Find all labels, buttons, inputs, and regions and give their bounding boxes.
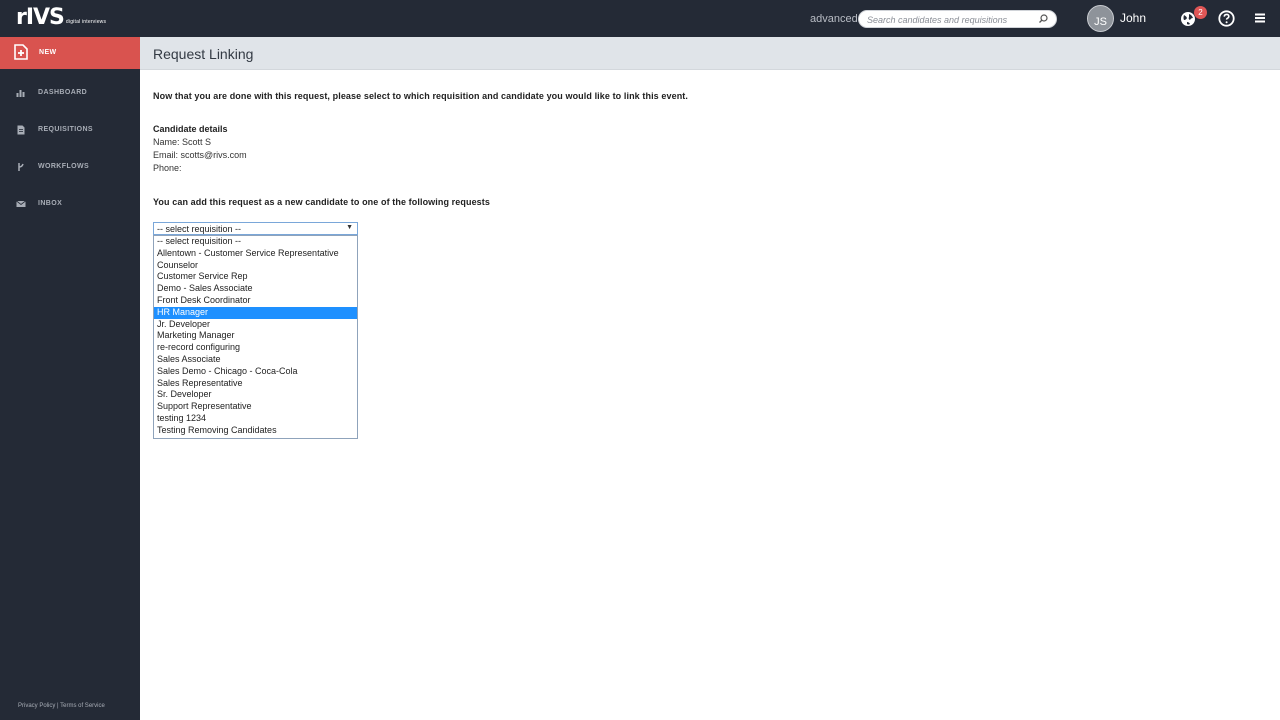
privacy-policy-link[interactable]: Privacy Policy xyxy=(18,703,55,709)
search-box xyxy=(858,10,1057,28)
requisition-option[interactable]: re-record configuring xyxy=(154,342,357,354)
page-title: Request Linking xyxy=(153,46,254,62)
requisition-option[interactable]: Testing Removing Candidates xyxy=(154,425,357,437)
new-document-icon xyxy=(14,44,28,60)
hamburger-menu-icon[interactable] xyxy=(1254,12,1266,24)
notification-badge: 2 xyxy=(1194,6,1207,19)
requisition-option[interactable]: Customer Service Rep xyxy=(154,271,357,283)
new-button-label: NEW xyxy=(39,49,57,56)
sidebar-item-label: DASHBOARD xyxy=(38,89,88,96)
intro-text: Now that you are done with this request,… xyxy=(153,91,688,101)
requisition-select[interactable]: -- select requisition -- ▼ xyxy=(153,222,358,235)
candidate-details-heading: Candidate details xyxy=(153,124,228,134)
add-request-instructions: You can add this request as a new candid… xyxy=(153,197,490,207)
requisition-option[interactable]: Demo - Sales Associate xyxy=(154,283,357,295)
terms-of-service-link[interactable]: Terms of Service xyxy=(60,703,105,709)
sidebar-footer: Privacy Policy | Terms of Service xyxy=(18,703,105,709)
candidate-phone: Phone: xyxy=(153,163,182,173)
search-input[interactable] xyxy=(867,13,1037,26)
requisition-option[interactable]: Sales Demo - Chicago - Coca-Cola xyxy=(154,366,357,378)
requisition-option[interactable]: Marketing Manager xyxy=(154,330,357,342)
candidate-email: Email: scotts@rivs.com xyxy=(153,150,247,160)
requisition-option[interactable]: testing 1234 xyxy=(154,413,357,425)
requisition-option[interactable]: Sales Associate xyxy=(154,354,357,366)
requisition-option[interactable]: Allentown - Customer Service Representat… xyxy=(154,248,357,260)
requisition-option[interactable]: HR Manager xyxy=(154,306,357,319)
new-button[interactable]: NEW xyxy=(0,37,140,69)
requisition-select-value: -- select requisition -- xyxy=(157,224,242,234)
dropdown-arrow-icon: ▼ xyxy=(346,224,353,231)
sidebar: NEW DASHBOARD REQUISITIONS WORKFLOWS INB… xyxy=(0,37,140,720)
bar-chart-icon xyxy=(16,90,25,97)
sidebar-item-dashboard[interactable]: DASHBOARD xyxy=(0,81,140,105)
workflow-icon xyxy=(18,163,24,171)
user-avatar[interactable]: JS xyxy=(1087,5,1114,32)
help-icon[interactable] xyxy=(1218,10,1235,27)
candidate-name: Name: Scott S xyxy=(153,137,212,147)
sidebar-item-requisitions[interactable]: REQUISITIONS xyxy=(0,118,140,142)
document-icon xyxy=(17,125,25,135)
logo-wordmark: rIVS xyxy=(16,5,65,30)
requisition-option[interactable]: -- select requisition -- xyxy=(154,236,357,248)
sidebar-item-inbox[interactable]: INBOX xyxy=(0,192,140,216)
sidebar-item-label: WORKFLOWS xyxy=(38,163,90,170)
sidebar-item-label: INBOX xyxy=(38,200,63,207)
sidebar-item-workflows[interactable]: WORKFLOWS xyxy=(0,155,140,179)
rivs-logo[interactable]: rIVS digital interviews xyxy=(16,7,106,29)
user-name[interactable]: John xyxy=(1120,11,1146,25)
avatar-initials: JS xyxy=(1094,16,1107,28)
requisition-option[interactable]: Sr. Developer xyxy=(154,389,357,401)
requisition-option[interactable]: Counselor xyxy=(154,260,357,272)
logo-tagline: digital interviews xyxy=(65,19,107,25)
requisition-dropdown-list: -- select requisition -- Allentown - Cust… xyxy=(153,235,358,439)
footer-separator: | xyxy=(57,703,59,709)
advanced-search-link[interactable]: advanced xyxy=(810,13,858,25)
top-navigation-bar: rIVS digital interviews advanced JS John… xyxy=(0,0,1280,37)
requisition-option[interactable]: Jr. Developer xyxy=(154,319,357,331)
requisition-option[interactable]: Support Representative xyxy=(154,401,357,413)
requisition-option[interactable]: Sales Representative xyxy=(154,378,357,390)
envelope-icon xyxy=(16,200,26,207)
search-icon[interactable] xyxy=(1037,13,1049,25)
sidebar-item-label: REQUISITIONS xyxy=(38,126,93,133)
page-header: Request Linking xyxy=(140,37,1280,70)
requisition-option[interactable]: Front Desk Coordinator xyxy=(154,295,357,307)
